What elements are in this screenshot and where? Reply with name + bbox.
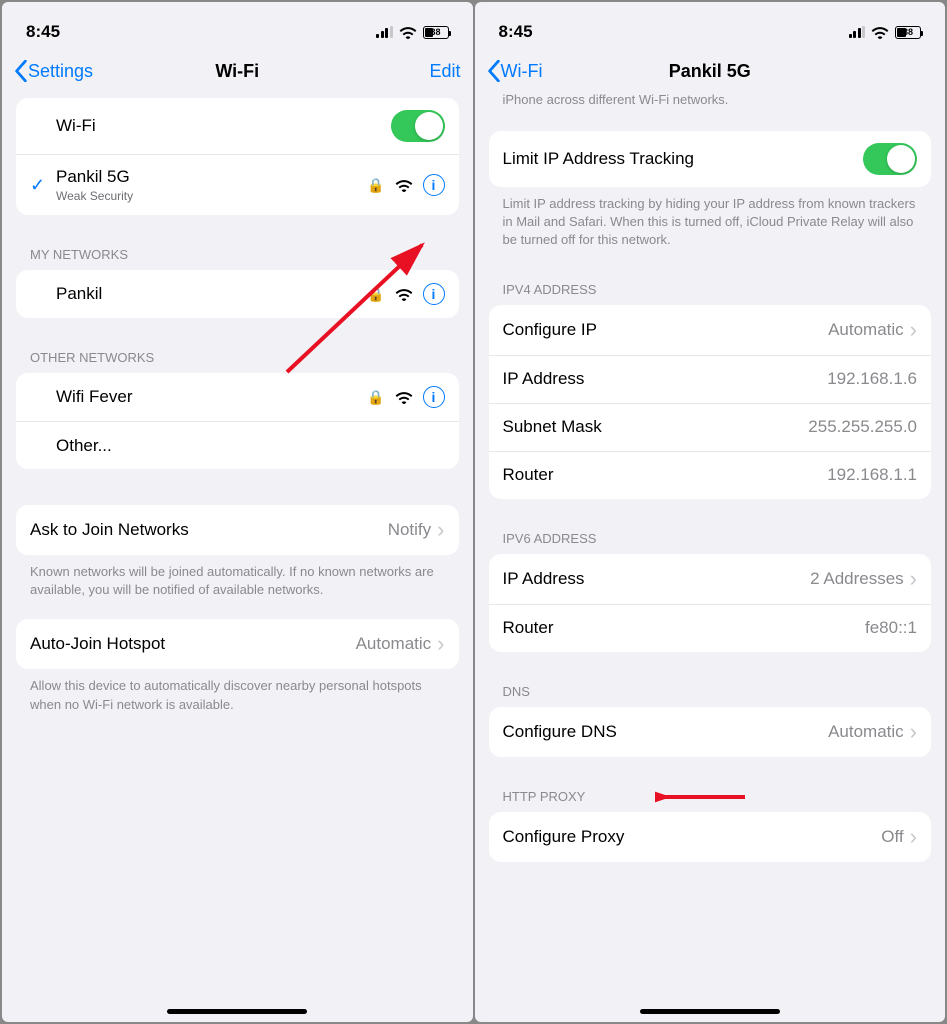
configure-ip-row[interactable]: Configure IP Automatic ›: [489, 305, 932, 355]
subnet-mask-row: Subnet Mask 255.255.255.0: [489, 403, 932, 451]
phone-wifi-list: 8:45 38 Settings Wi-Fi Edit Wi-Fi ✓: [2, 2, 473, 1022]
lock-icon: 🔒: [367, 177, 384, 194]
lock-icon: 🔒: [367, 286, 384, 303]
wifi-icon: [395, 288, 413, 301]
auto-label: Auto-Join Hotspot: [30, 634, 356, 654]
cellular-icon: [376, 26, 393, 38]
home-indicator[interactable]: [640, 1009, 780, 1014]
auto-join-hotspot-row[interactable]: Auto-Join Hotspot Automatic ›: [16, 619, 459, 669]
chevron-right-icon: ›: [904, 719, 917, 745]
nav-bar: Settings Wi-Fi Edit: [2, 52, 473, 92]
network-name: Pankil: [56, 284, 367, 304]
configure-dns-row[interactable]: Configure DNS Automatic ›: [489, 707, 932, 757]
status-icons: 38: [376, 26, 449, 39]
status-bar: 8:45 38: [2, 2, 473, 52]
nav-bar: Wi-Fi Pankil 5G: [475, 52, 946, 92]
limit-toggle[interactable]: [863, 143, 917, 175]
chevron-right-icon: ›: [904, 317, 917, 343]
chevron-right-icon: ›: [431, 631, 444, 657]
connected-network-row[interactable]: ✓ Pankil 5G Weak Security 🔒 i: [16, 154, 459, 215]
ipv6-router-row: Router fe80::1: [489, 604, 932, 652]
ask-footer: Known networks will be joined automatica…: [16, 555, 459, 599]
status-bar: 8:45 38: [475, 2, 946, 52]
lock-icon: 🔒: [367, 389, 384, 406]
ipv4-header: IPV4 ADDRESS: [489, 258, 932, 305]
phone-network-detail: 8:45 38 Wi-Fi Pankil 5G iPhone across di…: [475, 2, 946, 1022]
network-name: Pankil 5G: [56, 167, 367, 187]
other-network-row[interactable]: Other...: [16, 421, 459, 469]
back-label: Wi-Fi: [501, 61, 543, 82]
auto-footer: Allow this device to automatically disco…: [16, 669, 459, 713]
status-time: 8:45: [499, 22, 533, 42]
other-networks-header: OTHER NETWORKS: [16, 326, 459, 373]
info-icon[interactable]: i: [423, 174, 445, 196]
page-title: Pankil 5G: [475, 61, 946, 82]
chevron-left-icon: [487, 60, 501, 82]
my-networks-header: MY NETWORKS: [16, 223, 459, 270]
wifi-icon: [395, 179, 413, 192]
wifi-status-icon: [871, 26, 889, 39]
router-row: Router 192.168.1.1: [489, 451, 932, 499]
ip-address-row: IP Address 192.168.1.6: [489, 355, 932, 403]
wifi-status-icon: [399, 26, 417, 39]
ask-label: Ask to Join Networks: [30, 520, 388, 540]
back-button[interactable]: Wi-Fi: [487, 60, 543, 82]
content: iPhone across different Wi-Fi networks. …: [475, 92, 946, 1022]
network-row-wifi-fever[interactable]: Wifi Fever 🔒 i: [16, 373, 459, 421]
cellular-icon: [849, 26, 866, 38]
other-label: Other...: [56, 436, 445, 456]
wifi-toggle[interactable]: [391, 110, 445, 142]
home-indicator[interactable]: [167, 1009, 307, 1014]
trailing-text: iPhone across different Wi-Fi networks.: [489, 92, 932, 111]
network-name: Wifi Fever: [56, 387, 367, 407]
status-time: 8:45: [26, 22, 60, 42]
chevron-right-icon: ›: [904, 824, 917, 850]
configure-proxy-row[interactable]: Configure Proxy Off ›: [489, 812, 932, 862]
wifi-toggle-row: Wi-Fi: [16, 98, 459, 154]
ipv6-address-row[interactable]: IP Address 2 Addresses ›: [489, 554, 932, 604]
chevron-right-icon: ›: [904, 566, 917, 592]
auto-value: Automatic: [356, 634, 432, 654]
status-icons: 38: [849, 26, 922, 39]
back-label: Settings: [28, 61, 93, 82]
ipv6-header: IPV6 ADDRESS: [489, 507, 932, 554]
limit-label: Limit IP Address Tracking: [503, 149, 864, 169]
info-icon[interactable]: i: [423, 283, 445, 305]
edit-button[interactable]: Edit: [429, 61, 460, 82]
chevron-right-icon: ›: [431, 517, 444, 543]
checkmark-icon: ✓: [30, 175, 56, 196]
battery-icon: 38: [423, 26, 449, 39]
ask-to-join-row[interactable]: Ask to Join Networks Notify ›: [16, 505, 459, 555]
network-row-pankil[interactable]: Pankil 🔒 i: [16, 270, 459, 318]
wifi-icon: [395, 391, 413, 404]
limit-footer: Limit IP address tracking by hiding your…: [489, 187, 932, 250]
battery-icon: 38: [895, 26, 921, 39]
ask-value: Notify: [388, 520, 431, 540]
wifi-label: Wi-Fi: [56, 116, 391, 136]
limit-ip-tracking-row: Limit IP Address Tracking: [489, 131, 932, 187]
proxy-header: HTTP PROXY: [489, 765, 932, 812]
back-button[interactable]: Settings: [14, 60, 93, 82]
info-icon[interactable]: i: [423, 386, 445, 408]
network-subtext: Weak Security: [56, 189, 367, 203]
content: Wi-Fi ✓ Pankil 5G Weak Security 🔒 i: [2, 92, 473, 1022]
dns-header: DNS: [489, 660, 932, 707]
chevron-left-icon: [14, 60, 28, 82]
